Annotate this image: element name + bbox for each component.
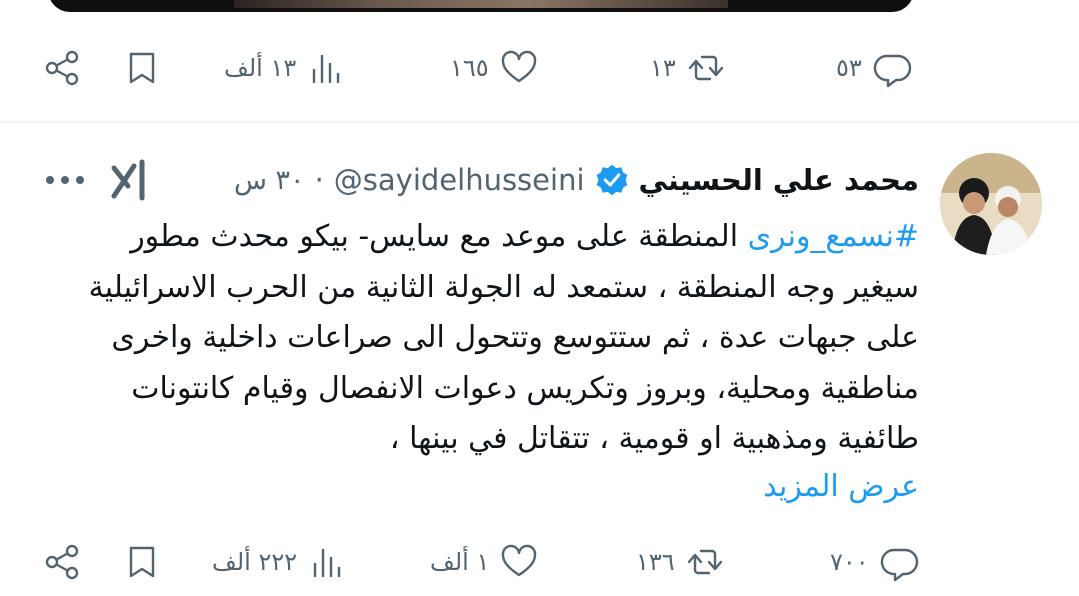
views-icon xyxy=(313,54,340,84)
share-icon xyxy=(45,544,79,580)
verified-badge-icon xyxy=(596,164,627,196)
media-photo xyxy=(234,0,728,8)
tweet1-views-button[interactable]: ١٣ ألف xyxy=(224,38,346,98)
tweet-body: #نسمع_ونرى المنطقة على موعد مع سايس- بيك… xyxy=(49,212,919,465)
tweet-media-image[interactable] xyxy=(48,0,914,12)
like-icon xyxy=(502,544,537,577)
tweet1-action-bar: ٥٣ ١٣ ١٦٥ ١٣ ألف xyxy=(0,38,1079,98)
separator-dot: · xyxy=(314,163,324,197)
tweet2-share-button[interactable] xyxy=(42,532,82,592)
tweet2-author-line: محمد علي الحسيني @sayidelhusseini · ٣٠ س xyxy=(234,155,919,205)
bookmark-icon xyxy=(129,546,155,578)
tweet1-like-button[interactable]: ١٦٥ xyxy=(450,38,539,98)
tweet-divider xyxy=(0,121,1079,123)
author-avatar[interactable] xyxy=(940,153,1042,255)
retweet-icon xyxy=(687,549,722,575)
views-icon xyxy=(313,548,341,578)
author-display-name[interactable]: محمد علي الحسيني xyxy=(639,163,919,197)
tweet2-views-button[interactable]: ٢٢٢ ألف xyxy=(212,532,347,592)
author-handle[interactable]: @sayidelhusseini xyxy=(334,163,585,197)
retweet-count: ١٣٦ xyxy=(636,548,675,576)
views-count: ٢٢٢ ألف xyxy=(212,548,298,576)
tweet-body-text: المنطقة على موعد مع سايس- بيكو محدث مطور… xyxy=(88,219,919,456)
tweet1-bookmark-button[interactable] xyxy=(122,38,162,98)
retweet-count: ١٣ xyxy=(650,54,676,82)
reply-icon xyxy=(873,54,911,88)
reply-count: ٧٠٠ xyxy=(830,548,869,576)
grok-icon[interactable] xyxy=(108,158,152,202)
tweet2-bookmark-button[interactable] xyxy=(122,532,162,592)
like-count: ١ ألف xyxy=(430,548,490,576)
views-count: ١٣ ألف xyxy=(224,54,297,82)
tweet-timestamp[interactable]: ٣٠ س xyxy=(234,165,305,196)
tweet1-reply-button[interactable]: ٥٣ xyxy=(836,38,912,98)
like-icon xyxy=(501,50,536,83)
share-icon xyxy=(45,50,79,86)
reply-icon xyxy=(880,548,918,582)
retweet-icon xyxy=(688,55,723,81)
tweet2-like-button[interactable]: ١ ألف xyxy=(430,532,539,592)
bookmark-icon xyxy=(129,52,155,84)
tweet2-reply-button[interactable]: ٧٠٠ xyxy=(830,532,919,592)
like-count: ١٦٥ xyxy=(450,54,489,82)
tweet2-retweet-button[interactable]: ١٣٦ xyxy=(636,532,725,592)
tweet1-retweet-button[interactable]: ١٣ xyxy=(650,38,726,98)
tweet1-share-button[interactable] xyxy=(42,38,82,98)
tweet2-action-bar: ٧٠٠ ١٣٦ ١ ألف ٢٢٢ ألف xyxy=(0,532,1079,592)
more-icon[interactable] xyxy=(44,168,86,192)
reply-count: ٥٣ xyxy=(836,54,862,82)
show-more-link[interactable]: عرض المزيد xyxy=(763,462,919,512)
hashtag-link[interactable]: #نسمع_ونرى xyxy=(748,219,919,254)
